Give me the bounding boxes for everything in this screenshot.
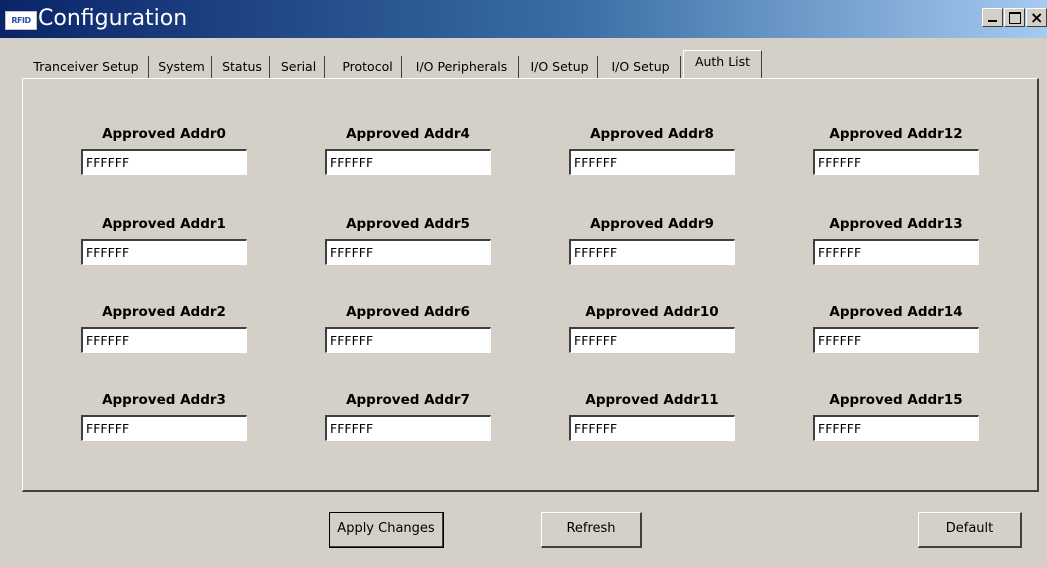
field-label: Approved Addr9 — [590, 216, 714, 232]
approved-addr4-input[interactable]: FFFFFF — [325, 149, 491, 175]
approved-addr1-input[interactable]: FFFFFF — [81, 239, 247, 265]
maximize-button[interactable] — [1004, 8, 1025, 27]
approved-addr6-input[interactable]: FFFFFF — [325, 327, 491, 353]
approved-addr8-input[interactable]: FFFFFF — [569, 149, 735, 175]
minimize-button[interactable] — [982, 8, 1003, 27]
field-label: Approved Addr5 — [346, 216, 470, 232]
maximize-icon — [1009, 12, 1021, 24]
close-button[interactable]: × — [1026, 8, 1047, 27]
field-label: Approved Addr1 — [102, 216, 226, 232]
approved-addr13-input[interactable]: FFFFFF — [813, 239, 979, 265]
field-label: Approved Addr8 — [590, 126, 714, 142]
field-label: Approved Addr11 — [585, 392, 719, 408]
approved-addr11-input[interactable]: FFFFFF — [569, 415, 735, 441]
approved-addr9-input[interactable]: FFFFFF — [569, 239, 735, 265]
app-icon: RFID — [5, 11, 37, 30]
field-label: Approved Addr4 — [346, 126, 470, 142]
field-label: Approved Addr12 — [829, 126, 963, 142]
refresh-button[interactable]: Refresh — [541, 512, 642, 548]
approved-addr14-input[interactable]: FFFFFF — [813, 327, 979, 353]
approved-addr2-input[interactable]: FFFFFF — [81, 327, 247, 353]
tab-io-setup-2[interactable]: I/O Setup — [601, 56, 681, 78]
tab-system[interactable]: System — [152, 56, 212, 78]
tab-io-setup-1[interactable]: I/O Setup — [522, 56, 598, 78]
approved-addr7-input[interactable]: FFFFFF — [325, 415, 491, 441]
field-label: Approved Addr2 — [102, 304, 226, 320]
tab-serial[interactable]: Serial — [273, 56, 325, 78]
tab-protocol[interactable]: Protocol — [334, 56, 402, 78]
field-label: Approved Addr10 — [585, 304, 719, 320]
approved-addr3-input[interactable]: FFFFFF — [81, 415, 247, 441]
tab-status[interactable]: Status — [215, 56, 270, 78]
window-title: Configuration — [38, 6, 188, 31]
close-icon: × — [1030, 8, 1044, 27]
field-label: Approved Addr6 — [346, 304, 470, 320]
title-bar[interactable]: RFID Configuration × — [0, 0, 1047, 38]
field-label: Approved Addr3 — [102, 392, 226, 408]
field-label: Approved Addr14 — [829, 304, 963, 320]
apply-changes-button[interactable]: Apply Changes — [329, 512, 444, 548]
approved-addr12-input[interactable]: FFFFFF — [813, 149, 979, 175]
default-button[interactable]: Default — [918, 512, 1022, 548]
field-label: Approved Addr13 — [829, 216, 963, 232]
approved-addr15-input[interactable]: FFFFFF — [813, 415, 979, 441]
tab-tranceiver-setup[interactable]: Tranceiver Setup — [24, 56, 149, 78]
tab-io-peripherals[interactable]: I/O Peripherals — [405, 56, 519, 78]
approved-addr10-input[interactable]: FFFFFF — [569, 327, 735, 353]
tab-auth-list[interactable]: Auth List — [683, 50, 762, 78]
field-label: Approved Addr0 — [102, 126, 226, 142]
approved-addr5-input[interactable]: FFFFFF — [325, 239, 491, 265]
minimize-icon — [988, 20, 997, 22]
field-label: Approved Addr7 — [346, 392, 470, 408]
field-label: Approved Addr15 — [829, 392, 963, 408]
approved-addr0-input[interactable]: FFFFFF — [81, 149, 247, 175]
